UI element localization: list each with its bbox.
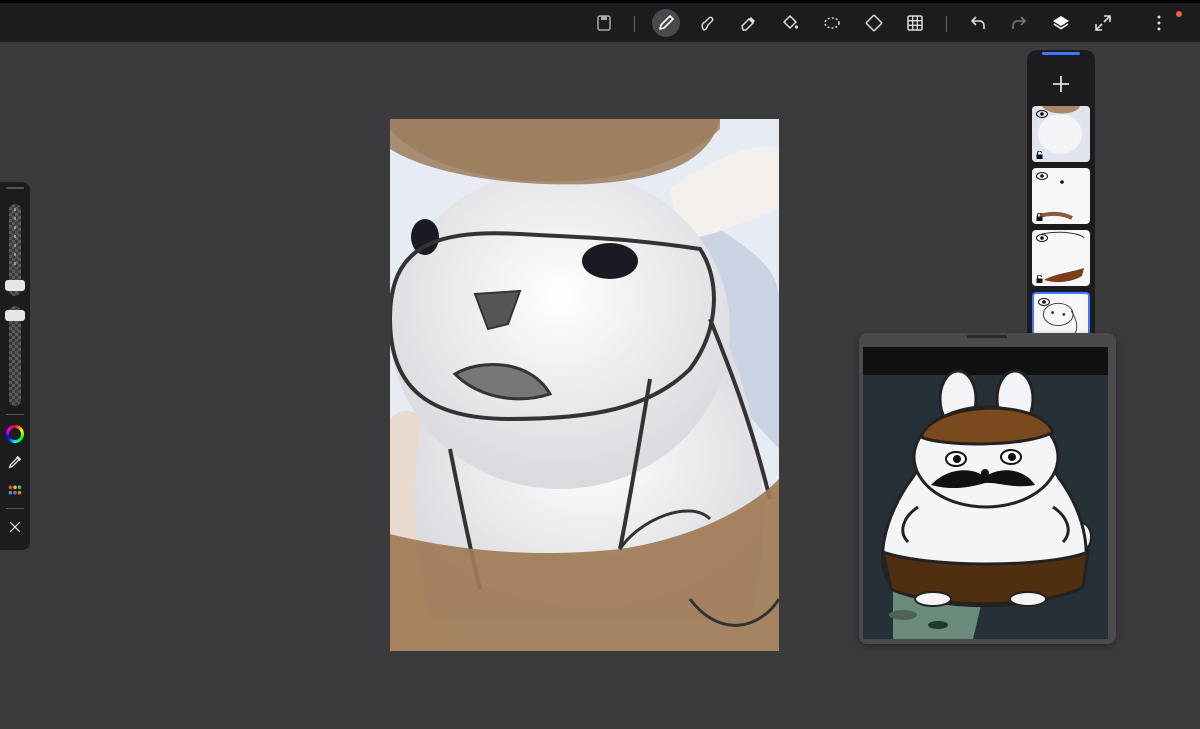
side-panel-handle[interactable] [6,187,24,189]
eye-icon[interactable] [1036,172,1048,180]
color-wheel-icon[interactable] [5,424,25,444]
eraser-icon[interactable] [734,9,762,37]
layers-panel [1027,50,1095,352]
reference-image [863,347,1108,639]
reference-window-handle[interactable] [967,335,1007,338]
opacity-knob[interactable] [5,309,25,321]
brush-size-knob[interactable] [5,279,25,291]
save-icon[interactable] [590,9,618,37]
eye-icon[interactable] [1036,110,1048,118]
reference-window[interactable] [859,333,1116,644]
transform-icon[interactable] [860,9,888,37]
top-toolbar [0,0,1200,42]
eye-icon[interactable] [1036,234,1048,242]
lock-icon[interactable] [1036,275,1043,283]
toolbar-divider [946,16,947,32]
fullscreen-icon[interactable] [1089,9,1117,37]
close-icon[interactable] [5,517,25,537]
brush-icon[interactable] [652,9,680,37]
layers-icon[interactable] [1047,9,1075,37]
layer-thumbnail-hat[interactable] [1032,168,1090,224]
layer-thumbnail-photo[interactable] [1032,106,1090,162]
layer-thumbnail-pants[interactable] [1032,230,1090,286]
more-options-icon[interactable] [1145,9,1173,37]
layers-panel-handle[interactable] [1042,52,1080,55]
lasso-select-icon[interactable] [818,9,846,37]
opacity-slider[interactable] [9,306,21,406]
eye-icon[interactable] [1038,298,1050,306]
side-divider [6,414,24,415]
plus-icon [1053,76,1069,92]
redo-icon[interactable] [1005,9,1033,37]
toolbar-divider [634,16,635,32]
canvas-artwork [390,119,779,651]
brush-side-panel [0,182,30,550]
lock-icon[interactable] [1036,213,1043,221]
palette-icon[interactable] [5,480,25,500]
drawing-canvas[interactable] [390,119,779,651]
eyedropper-icon[interactable] [5,452,25,472]
smudge-icon[interactable] [693,9,721,37]
notification-dot [1176,11,1182,17]
side-divider [6,508,24,509]
add-layer-button[interactable] [1049,72,1073,96]
undo-icon[interactable] [964,9,992,37]
grid-icon[interactable] [901,9,929,37]
lock-icon[interactable] [1036,151,1043,159]
fill-bucket-icon[interactable] [776,9,804,37]
